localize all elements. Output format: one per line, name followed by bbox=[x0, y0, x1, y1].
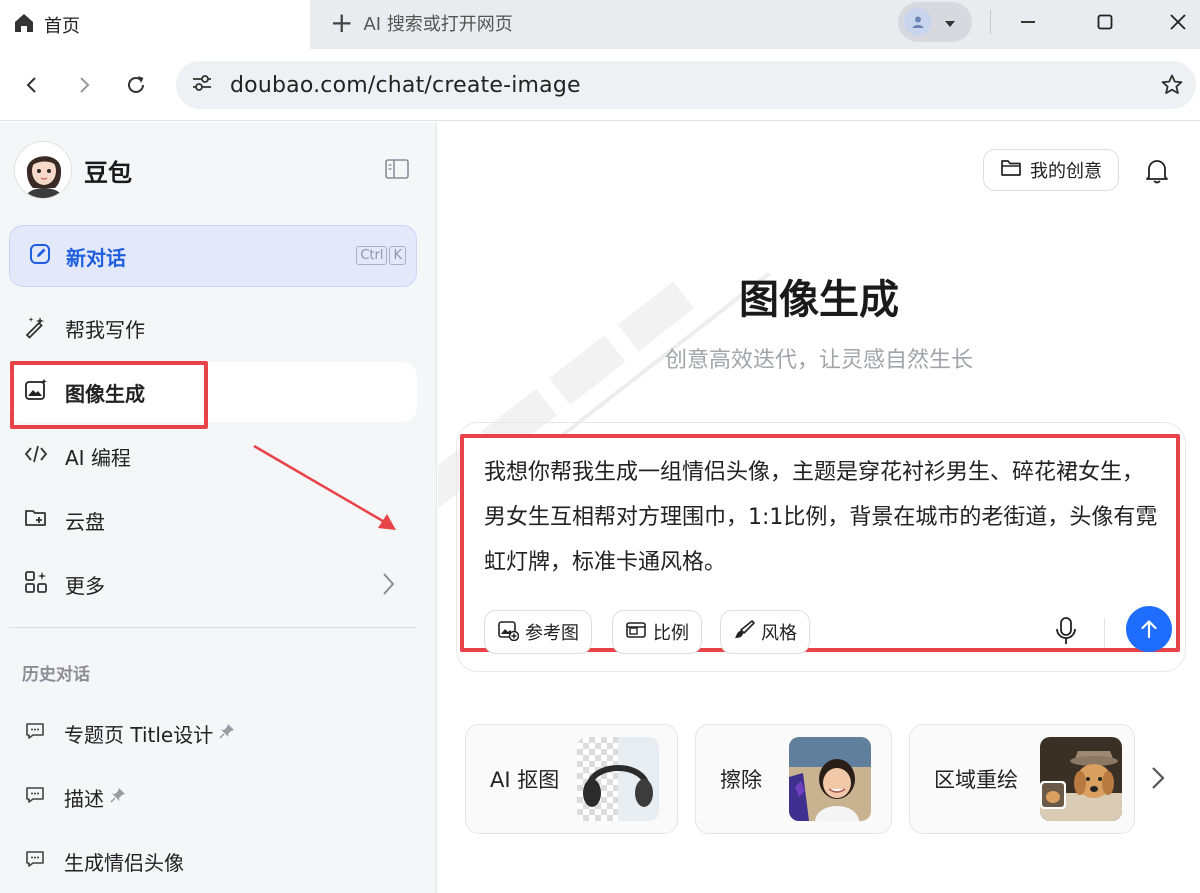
send-button[interactable] bbox=[1126, 606, 1172, 652]
cloud-folder-icon bbox=[23, 505, 49, 535]
history-item-label: 生成情侣头像 bbox=[64, 850, 184, 875]
back-button[interactable] bbox=[14, 67, 50, 103]
sidebar-item-label: AI 编程 bbox=[65, 445, 131, 470]
maximize-icon bbox=[1097, 14, 1113, 30]
chevron-right-icon bbox=[381, 572, 395, 600]
sidebar-item-label: 更多 bbox=[65, 573, 105, 598]
history-item[interactable]: 生成情侣头像 bbox=[24, 841, 184, 881]
grid-icon bbox=[23, 569, 49, 599]
pen-sparkle-icon bbox=[23, 313, 49, 343]
aspect-ratio-icon bbox=[625, 619, 647, 645]
ratio-button[interactable]: 比例 bbox=[612, 610, 702, 654]
ratio-label: 比例 bbox=[653, 623, 689, 644]
arrow-left-icon bbox=[26, 77, 36, 93]
plus-icon: + bbox=[330, 5, 354, 39]
brand-name: 豆包 bbox=[84, 158, 132, 187]
bookmark-star-icon[interactable] bbox=[1160, 73, 1184, 101]
chevron-down-icon bbox=[944, 13, 956, 32]
history-item-label: 描述 bbox=[64, 786, 104, 811]
annotation-arrow bbox=[253, 444, 396, 530]
feature-card-ai-cutout[interactable]: AI 抠图 bbox=[465, 724, 678, 834]
close-window-button[interactable] bbox=[1158, 4, 1198, 40]
reload-icon bbox=[128, 76, 144, 93]
new-tab-button[interactable]: + AI 搜索或打开网页 bbox=[330, 0, 513, 45]
profile-button[interactable] bbox=[898, 2, 972, 42]
shortcut-key-ctrl: Ctrl bbox=[356, 246, 388, 265]
feature-card-label: 区域重绘 bbox=[934, 768, 1018, 792]
main-content: ▬▬▬▬ 我的创意 图像生成 创意高效迭代，让灵感自然生长 我想你帮我生成一组情… bbox=[438, 122, 1200, 893]
new-chat-button[interactable]: 新对话 Ctrl K bbox=[9, 225, 417, 287]
sidebar-item-label: 帮我写作 bbox=[65, 317, 145, 342]
page-subtitle: 创意高效迭代，让灵感自然生长 bbox=[664, 348, 973, 373]
toolbar-divider bbox=[990, 10, 991, 34]
code-icon bbox=[23, 441, 49, 471]
arrow-up-icon bbox=[1141, 620, 1157, 639]
folder-icon bbox=[1000, 158, 1022, 182]
reference-image-button[interactable]: 参考图 bbox=[484, 610, 592, 654]
prompt-input[interactable]: 我想你帮我生成一组情侣头像，主题是穿花衬衫男生、碎花裙女生，男女生互相帮对方理围… bbox=[484, 450, 1164, 585]
edit-icon bbox=[28, 242, 52, 270]
minimize-button[interactable] bbox=[1008, 4, 1048, 40]
composer-divider bbox=[1104, 618, 1105, 648]
chat-bubble-icon bbox=[24, 784, 46, 810]
shortcut-hint: Ctrl K bbox=[356, 246, 406, 265]
reference-image-label: 参考图 bbox=[525, 623, 579, 644]
sidebar-collapse-icon[interactable] bbox=[384, 158, 410, 184]
feature-card-label: 擦除 bbox=[720, 768, 762, 792]
sidebar-item-writing[interactable]: 帮我写作 bbox=[9, 298, 417, 358]
shortcut-key-k: K bbox=[389, 246, 406, 265]
home-icon bbox=[12, 11, 36, 39]
sidebar-item-image-generation[interactable]: 图像生成 bbox=[9, 362, 417, 422]
arrow-right-icon bbox=[80, 77, 90, 93]
feature-card-label: AI 抠图 bbox=[490, 768, 560, 792]
carousel-next-icon[interactable] bbox=[1150, 765, 1166, 795]
sidebar-item-label: 图像生成 bbox=[65, 381, 145, 406]
sidebar-item-more[interactable]: 更多 bbox=[9, 554, 417, 614]
chat-bubble-icon bbox=[24, 848, 46, 874]
history-item-label: 专题页 Title设计 bbox=[64, 722, 214, 747]
forward-button[interactable] bbox=[66, 67, 102, 103]
url-text: doubao.com/chat/create-image bbox=[230, 72, 581, 98]
new-tab-label: AI 搜索或打开网页 bbox=[363, 13, 513, 35]
bell-icon[interactable] bbox=[1144, 157, 1170, 189]
brand[interactable]: 豆包 bbox=[14, 140, 132, 200]
history-item[interactable]: 描述 bbox=[24, 777, 126, 817]
minimize-icon bbox=[1021, 21, 1035, 23]
maximize-button[interactable] bbox=[1085, 4, 1125, 40]
dog-photo-thumbnail bbox=[1040, 737, 1122, 821]
avatar bbox=[14, 141, 72, 199]
new-chat-label: 新对话 bbox=[66, 245, 126, 270]
my-creative-label: 我的创意 bbox=[1030, 161, 1102, 182]
close-icon bbox=[1170, 14, 1186, 30]
pin-icon bbox=[219, 723, 235, 743]
image-add-icon bbox=[497, 619, 520, 645]
history-item[interactable]: 专题页 Title设计 bbox=[24, 713, 235, 753]
tab-title: 首页 bbox=[44, 15, 80, 37]
style-label: 风格 bbox=[761, 623, 797, 644]
pin-icon bbox=[110, 787, 126, 807]
browser-tab-bar: 首页 + AI 搜索或打开网页 bbox=[0, 0, 1200, 49]
style-button[interactable]: 风格 bbox=[720, 610, 810, 654]
girl-photo-thumbnail bbox=[789, 737, 871, 821]
prompt-composer[interactable]: 我想你帮我生成一组情侣头像，主题是穿花衬衫男生、碎花裙女生，男女生互相帮对方理围… bbox=[460, 434, 1180, 654]
reload-button[interactable] bbox=[118, 67, 154, 103]
feature-card-erase[interactable]: 擦除 bbox=[695, 724, 892, 834]
history-title: 历史对话 bbox=[22, 665, 90, 685]
browser-tab-home[interactable]: 首页 bbox=[0, 0, 310, 49]
headphones-thumbnail bbox=[577, 737, 659, 821]
sidebar-divider bbox=[9, 627, 417, 628]
my-creative-button[interactable]: 我的创意 bbox=[983, 149, 1119, 191]
sidebar-item-label: 云盘 bbox=[65, 509, 105, 534]
image-sparkle-icon bbox=[23, 377, 49, 407]
chat-bubble-icon bbox=[24, 720, 46, 746]
feature-card-region-repaint[interactable]: 区域重绘 bbox=[909, 724, 1135, 834]
profile-icon bbox=[904, 8, 932, 36]
address-bar: doubao.com/chat/create-image bbox=[0, 49, 1200, 121]
page-title: 图像生成 bbox=[739, 277, 899, 323]
url-field[interactable]: doubao.com/chat/create-image bbox=[176, 61, 1196, 109]
microphone-icon[interactable] bbox=[1054, 616, 1078, 650]
site-settings-icon[interactable] bbox=[190, 71, 214, 99]
brush-icon bbox=[733, 619, 755, 645]
